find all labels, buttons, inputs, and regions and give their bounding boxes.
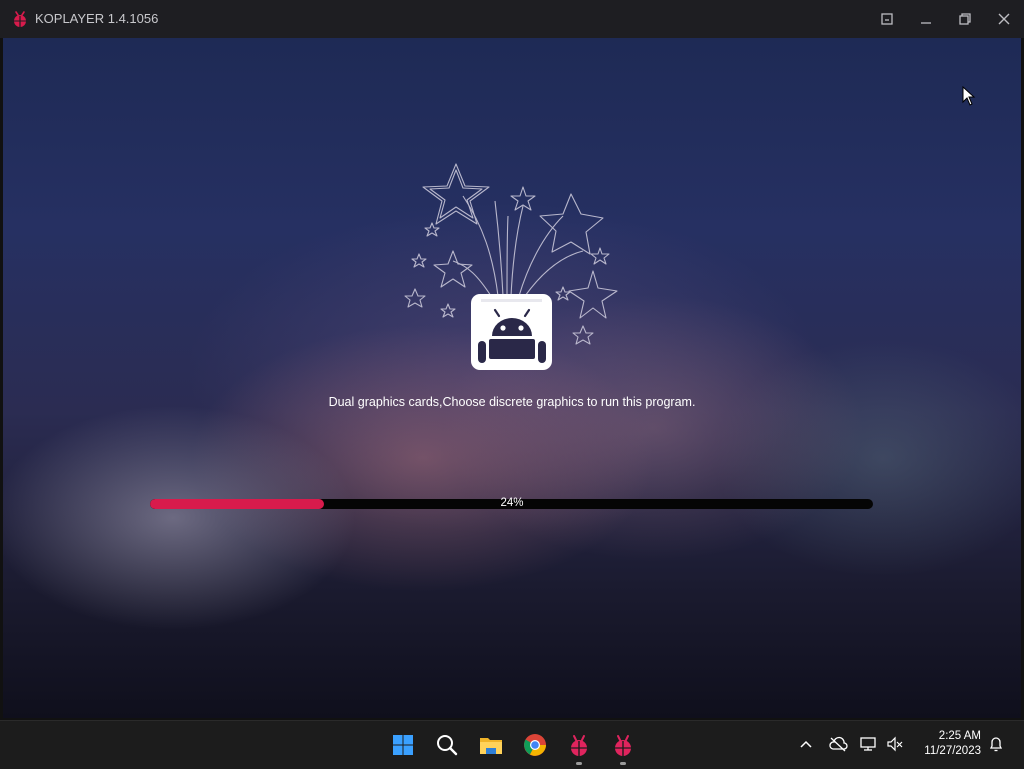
clock-date: 11/27/2023 — [924, 745, 981, 757]
onedrive-offline-icon[interactable] — [828, 734, 848, 754]
notification-bell-icon[interactable] — [986, 734, 1006, 754]
window-title: KOPLAYER 1.4.1056 — [35, 11, 159, 26]
emulator-loading-screen: Dual graphics cards,Choose discrete grap… — [3, 38, 1021, 718]
windows-start-icon[interactable] — [389, 731, 417, 759]
loading-message: Dual graphics cards,Choose discrete grap… — [328, 395, 696, 409]
volume-muted-icon[interactable] — [885, 734, 905, 754]
mouse-pointer-icon — [962, 86, 976, 106]
file-explorer-icon[interactable] — [477, 731, 505, 759]
progress-percent-label: 24% — [500, 497, 524, 509]
running-indicator — [620, 762, 626, 765]
title-bar: KOPLAYER 1.4.1056 — [0, 0, 1024, 38]
clock-time: 2:25 AM — [938, 730, 981, 742]
maximize-button[interactable] — [955, 9, 975, 29]
running-indicator — [576, 762, 582, 765]
search-icon[interactable] — [433, 731, 461, 759]
minimize-button[interactable] — [916, 9, 936, 29]
windows-taskbar: 2:25 AM 11/27/2023 — [0, 720, 1024, 769]
close-button[interactable] — [994, 9, 1014, 29]
system-clock[interactable]: 2:25 AM 11/27/2023 — [924, 729, 981, 759]
chevron-up-icon[interactable] — [796, 734, 816, 754]
koplayer-logo-icon — [11, 10, 29, 28]
chrome-icon[interactable] — [521, 731, 549, 759]
koplayer-taskbar-icon-2[interactable] — [609, 731, 637, 765]
android-stars-illustration — [404, 163, 618, 370]
network-icon[interactable] — [859, 734, 879, 754]
koplayer-taskbar-icon[interactable] — [565, 731, 593, 765]
restore-window-icon[interactable] — [877, 9, 897, 29]
